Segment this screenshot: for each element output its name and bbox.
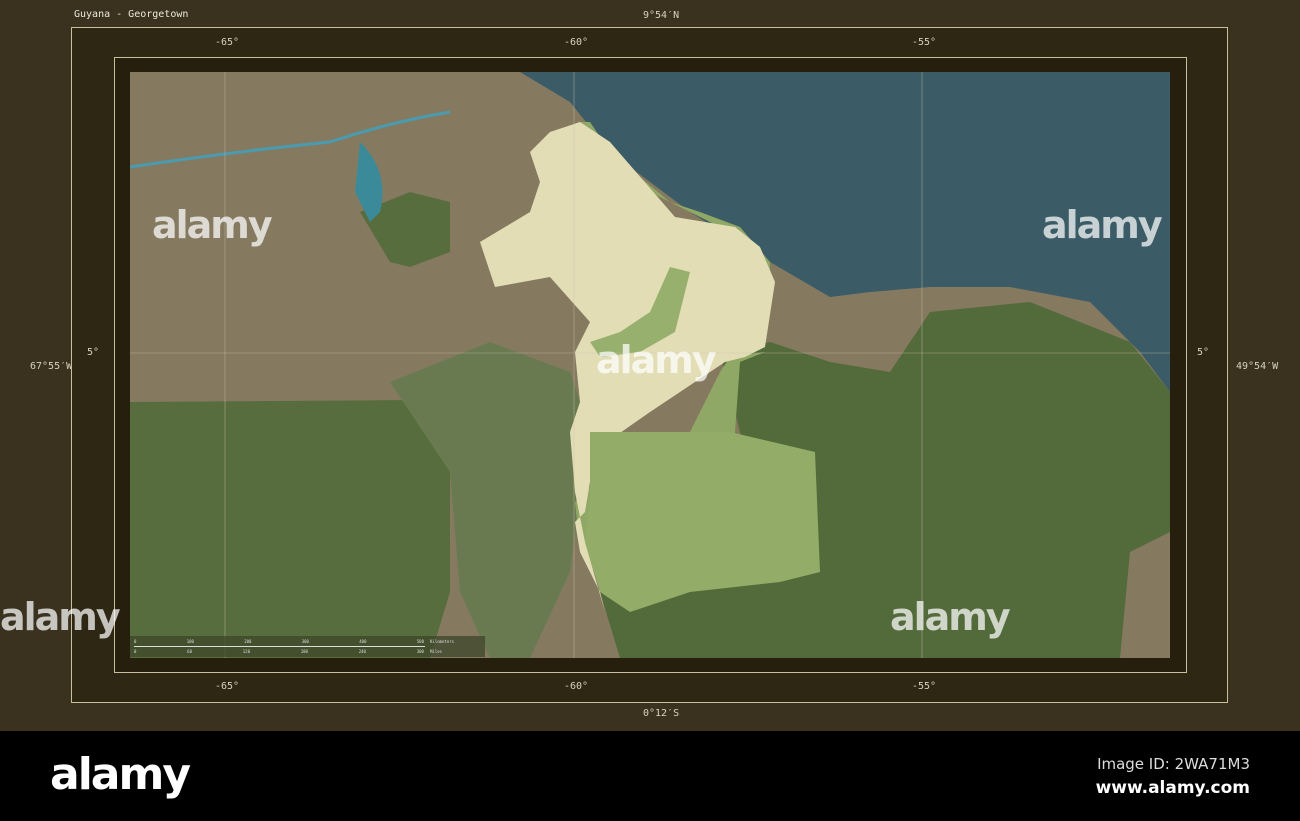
image-id: Image ID: 2WA71M3 xyxy=(1097,755,1250,773)
lon-tick-bottom: -65° xyxy=(215,681,240,692)
map-frame: Guyana - Georgetown 9°54′N 0°12′S 67°55′… xyxy=(0,0,1300,731)
east-bound-label: 49°54′W xyxy=(1236,361,1279,372)
lon-tick-top: -55° xyxy=(912,37,937,48)
scale-mi-label: 180 xyxy=(300,649,308,654)
scale-mi-label: 0 xyxy=(134,649,137,654)
scale-km-label: 300 xyxy=(301,639,309,644)
footer-bar: alamy Image ID: 2WA71M3 www.alamy.com xyxy=(0,731,1300,821)
scale-mi-label: 120 xyxy=(242,649,250,654)
scale-bar: 0 100 200 300 400 500 Kilometers 0 60 120 180 240… xyxy=(130,636,485,657)
north-bound-label: 9°54′N xyxy=(643,10,680,21)
lon-tick-bottom: -60° xyxy=(564,681,589,692)
south-bound-label: 0°12′S xyxy=(643,708,680,719)
lon-tick-top: -65° xyxy=(215,37,240,48)
scale-mi-label: 300 xyxy=(416,649,424,654)
scale-km-label: 500 xyxy=(416,639,424,644)
watermark: alamy xyxy=(0,595,121,639)
lat-tick-left: 5° xyxy=(87,347,100,358)
scale-line xyxy=(134,646,425,647)
scale-km-label: 100 xyxy=(186,639,194,644)
alamy-logo: alamy xyxy=(50,749,191,800)
scale-mi-unit: Miles xyxy=(430,649,443,654)
west-bound-label: 67°55′W xyxy=(30,361,73,372)
site-url[interactable]: www.alamy.com xyxy=(1096,778,1250,798)
scale-mi-label: 240 xyxy=(358,649,366,654)
watermark: alamy xyxy=(890,595,1011,639)
lon-tick-bottom: -55° xyxy=(912,681,937,692)
watermark: alamy xyxy=(1042,203,1163,247)
watermark: alamy xyxy=(596,338,717,382)
map-title: Guyana - Georgetown xyxy=(74,9,189,20)
scale-km-label: 200 xyxy=(244,639,252,644)
lat-tick-right: 5° xyxy=(1197,347,1210,358)
forest-west xyxy=(130,400,450,658)
scale-km-unit: Kilometers xyxy=(430,639,455,644)
scale-km-label: 400 xyxy=(359,639,367,644)
lon-tick-top: -60° xyxy=(564,37,589,48)
scale-mi-label: 60 xyxy=(187,649,192,654)
scale-km-label: 0 xyxy=(134,639,137,644)
watermark: alamy xyxy=(152,203,273,247)
